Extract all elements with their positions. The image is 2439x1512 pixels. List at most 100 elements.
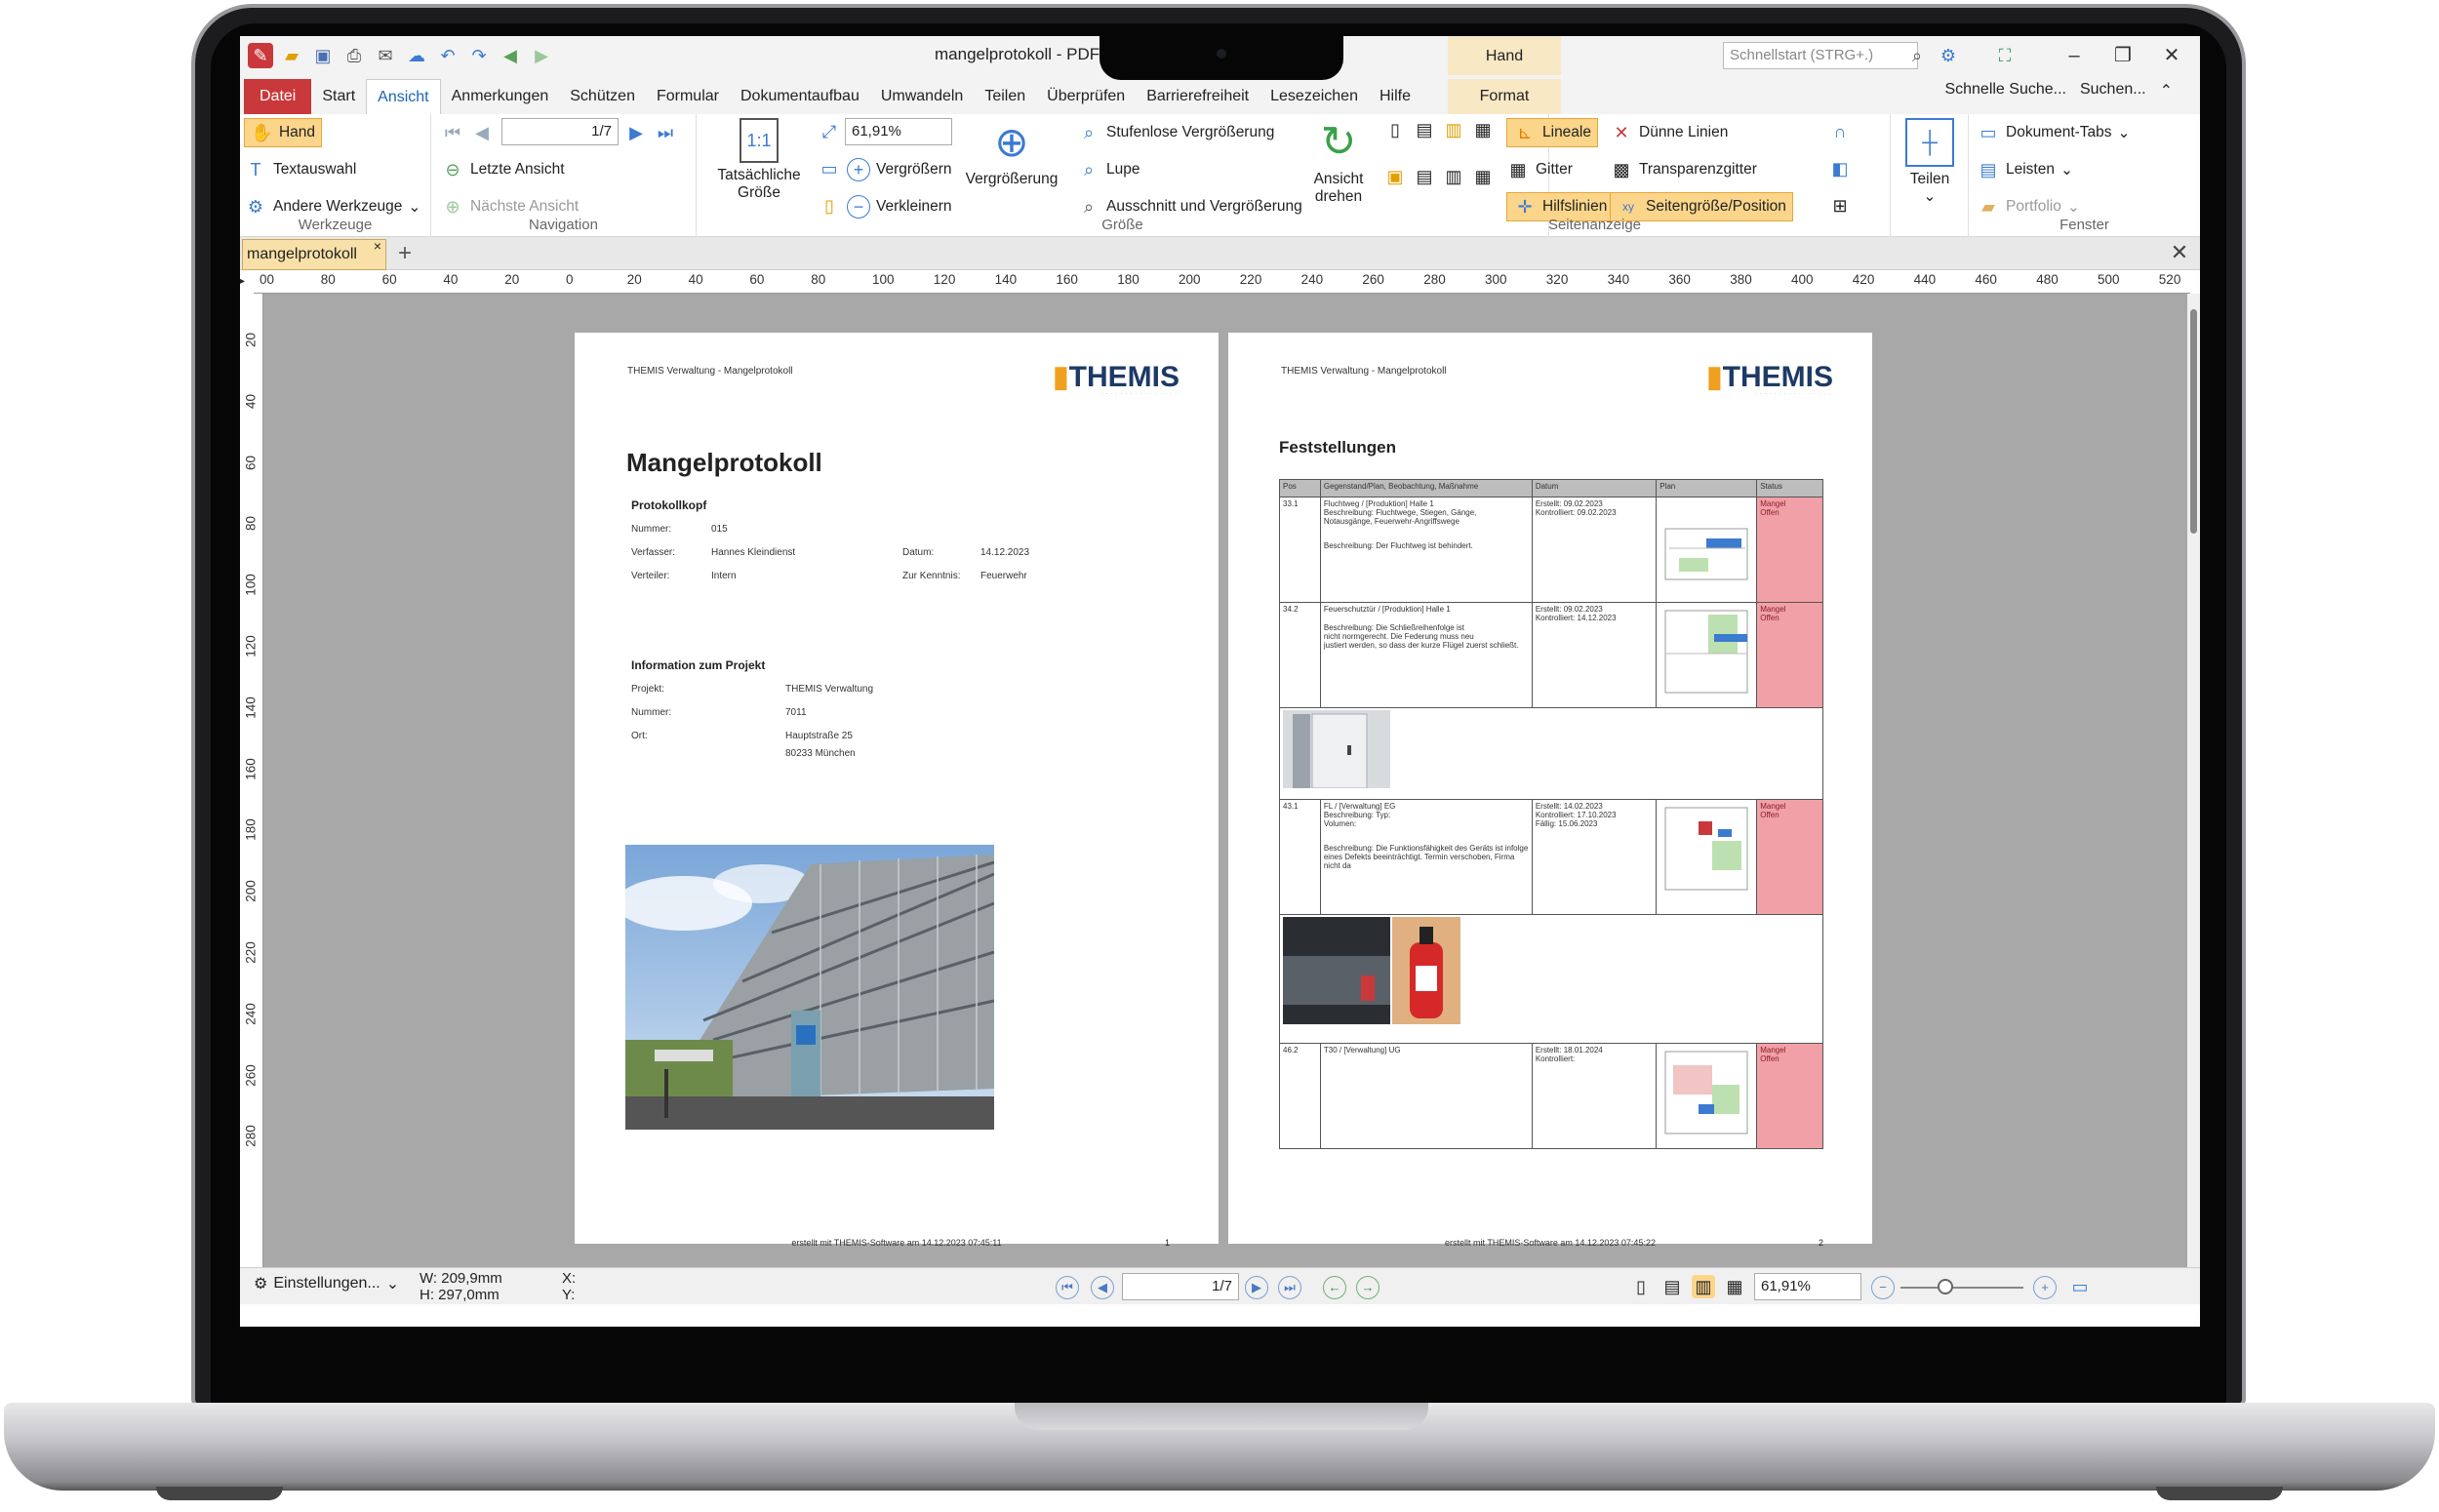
status-zoom-combo[interactable]: 61,91% [1754,1273,1861,1300]
bars-button[interactable]: ▤ Leisten ⌄ [1977,155,2073,184]
prev-page-icon[interactable]: ◀ [1091,1276,1114,1299]
menu-barrierefreiheit[interactable]: Barrierefreiheit [1136,79,1259,114]
cover-page-icon[interactable]: ▣ [1383,165,1407,188]
save-icon[interactable]: ▣ [310,43,336,68]
separate-cover-icon[interactable]: ▤ [1413,165,1436,188]
menu-hilfe[interactable]: Hilfe [1369,79,1421,114]
page-gap-icon[interactable]: ▦ [1471,165,1495,188]
single-page-icon[interactable]: ▯ [1629,1275,1653,1298]
menu-umwandeln[interactable]: Umwandeln [870,79,974,114]
menu-schuetzen[interactable]: Schützen [559,79,646,114]
last-page-icon[interactable]: ⏭ [654,121,677,144]
menu-datei[interactable]: Datei [244,79,312,114]
menu-anmerkungen[interactable]: Anmerkungen [441,79,560,114]
magnify-button[interactable]: ⊕ Vergrößerung [958,118,1065,188]
scan-icon[interactable]: ☁ [404,43,429,68]
split-small-icon[interactable]: ⊞ [1828,194,1852,218]
first-page-icon[interactable]: ⏮ [441,121,464,144]
prev-page-icon[interactable]: ◀ [470,121,494,144]
restore-button[interactable]: ❐ [2103,40,2142,71]
close-document-button[interactable]: ✕ [2165,239,2194,268]
table-row[interactable]: 46.2 T30 / [Verwaltung] UG Erstellt: 18.… [1279,1043,1823,1149]
fit-visible-icon[interactable]: ▯ [818,194,841,218]
vertical-scrollbar[interactable] [2187,294,2200,1267]
plan-thumbnail[interactable] [1656,602,1758,708]
forward-icon[interactable]: ▶ [529,43,554,68]
stepless-zoom-button[interactable]: ⌕ Stufenlose Vergrößerung [1077,118,1274,147]
plan-thumbnail[interactable] [1656,497,1758,603]
two-pages-icon[interactable]: ▥ [1442,165,1465,188]
split-button[interactable]: ┼ Teilen ⌄ [1895,118,1965,206]
rulers-toggle[interactable]: ⊾ Lineale [1506,118,1598,147]
loupe-button[interactable]: ⌕ Lupe [1077,155,1140,184]
last-view-button[interactable]: ⊖ Letzte Ansicht [441,155,564,184]
menu-start[interactable]: Start [311,79,366,114]
fit-icon[interactable]: ▭ [2068,1275,2092,1298]
document-tab[interactable]: mangelprotokoll × [242,238,386,270]
facing-continuous-icon[interactable]: ▦ [1723,1275,1746,1298]
grid-toggle[interactable]: ▦ Gitter [1506,155,1572,184]
menu-formular[interactable]: Formular [646,79,730,114]
collapse-ribbon-icon[interactable]: ⌃ [2160,81,2173,100]
zoom-slider-thumb[interactable] [1938,1279,1953,1294]
zoom-in-button[interactable]: + Vergrößern [847,155,952,184]
menu-teilen[interactable]: Teilen [974,79,1036,114]
transparency-grid-toggle[interactable]: ▩ Transparenzgitter [1610,155,1756,184]
first-page-icon[interactable]: ⏮ [1056,1276,1079,1299]
continuous-icon[interactable]: ▤ [1660,1275,1684,1298]
search-link[interactable]: Suchen... [2080,81,2146,100]
fullscreen-icon[interactable]: ⛶ [1992,43,2018,68]
facing-icon[interactable]: ▥ [1692,1275,1715,1298]
app-logo-icon[interactable]: ✎ [248,43,273,68]
continuous-icon[interactable]: ▤ [1413,118,1436,141]
menu-dokumentaufbau[interactable]: Dokumentaufbau [730,79,870,114]
text-select-button[interactable]: T Textauswahl [244,155,357,184]
single-page-icon[interactable]: ▯ [1383,118,1407,141]
quick-search-link[interactable]: Schnelle Suche... [1944,81,2066,100]
zoom-out-icon[interactable]: − [1871,1276,1895,1299]
thin-lines-toggle[interactable]: ✕ Dünne Linien [1610,118,1728,147]
back-icon[interactable]: ◀ [498,43,523,68]
last-page-icon[interactable]: ⏭ [1278,1276,1301,1299]
quick-launch-input[interactable]: Schnellstart (STRG+.) [1723,42,1918,69]
magnet-icon[interactable]: ∩ [1828,120,1852,143]
status-page-input[interactable]: 1/7 [1122,1273,1239,1300]
close-tab-icon[interactable]: × [374,238,381,254]
fit-width-icon[interactable]: ▭ [818,157,841,180]
table-row[interactable]: 34.2 Feuerschutztür / [Produktion] Halle… [1279,602,1823,708]
menu-lesezeichen[interactable]: Lesezeichen [1259,79,1369,114]
close-window-button[interactable]: ✕ [2152,40,2191,71]
facing-continuous-icon[interactable]: ▦ [1471,118,1495,141]
plan-thumbnail[interactable] [1656,799,1758,915]
menu-ansicht[interactable]: Ansicht [366,79,441,114]
minimize-button[interactable]: – [2055,40,2094,71]
facing-icon[interactable]: ▥ [1442,118,1465,141]
settings-icon[interactable]: ⚙ [1936,43,1961,68]
zoom-in-icon[interactable]: + [2033,1276,2057,1299]
print-icon[interactable]: ⎙ [341,43,367,68]
scroll-thumb[interactable] [2190,309,2197,534]
forward-view-icon[interactable]: → [1356,1276,1379,1299]
table-row[interactable]: 43.1 FL / [Verwaltung] EG Beschreibung: T… [1279,799,1823,915]
actual-size-button[interactable]: 1:1 Tatsächliche Größe [710,118,808,202]
next-page-icon[interactable]: ▶ [1245,1276,1268,1299]
undo-icon[interactable]: ↶ [435,43,460,68]
next-page-icon[interactable]: ▶ [624,121,648,144]
page-number-input[interactable]: 1/7 [501,118,619,145]
document-tabs-button[interactable]: ▭ Dokument-Tabs ⌄ [1977,118,2130,147]
menu-ueberpruefen[interactable]: Überprüfen [1036,79,1136,114]
redo-icon[interactable]: ↷ [466,43,492,68]
fit-icon[interactable]: ⤢ [818,120,841,143]
rotate-view-button[interactable]: ↻ Ansicht drehen [1299,118,1378,206]
zoom-slider[interactable] [1900,1287,2023,1289]
back-view-icon[interactable]: ← [1323,1276,1346,1299]
zoom-combo[interactable]: 61,91% [845,118,952,145]
plan-thumbnail[interactable] [1656,1043,1758,1149]
table-row[interactable]: 33.1 Fluchtweg / [Produktion] Halle 1 Bes… [1279,497,1823,603]
search-icon[interactable]: ⌕ [1904,43,1930,68]
open-folder-icon[interactable]: ▰ [279,43,304,68]
hand-tool-button[interactable]: ✋ Hand [244,118,322,147]
settings-button[interactable]: ⚙ Einstellungen... ⌄ [254,1274,399,1293]
new-tab-button[interactable]: + [388,241,421,268]
menu-format[interactable]: Format [1448,79,1561,114]
